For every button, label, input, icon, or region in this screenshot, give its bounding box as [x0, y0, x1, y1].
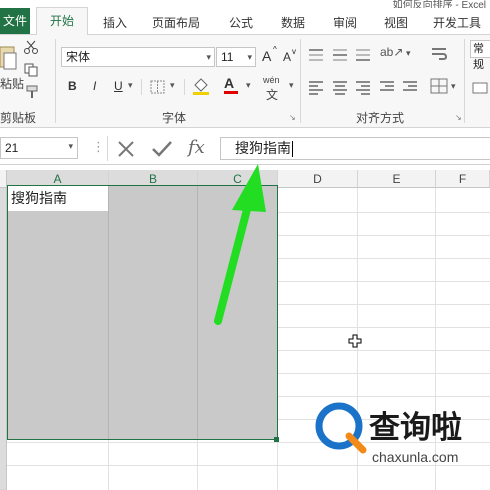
insert-function-button[interactable]: fx [188, 137, 205, 158]
tab-view[interactable]: 视图 [384, 14, 408, 31]
font-group-label: 字体 [162, 111, 187, 125]
copy-icon[interactable] [24, 63, 40, 80]
ribbon-tabs: 文件 开始 插入 页面布局 公式 数据 审阅 视图 开发工具 [0, 7, 490, 35]
tab-formulas[interactable]: 公式 [229, 14, 253, 31]
chevron-down-icon: ▾ [68, 141, 73, 151]
tab-review[interactable]: 审阅 [333, 14, 357, 31]
format-painter-icon[interactable] [25, 85, 39, 102]
font-size-value: 11 [221, 50, 234, 64]
ribbon: 粘贴 剪贴板 宋体 ▾ 11 ▾ A ^ A v B I U ▾ ▾ A ▾ w… [0, 35, 490, 128]
divider [141, 79, 142, 95]
cut-icon[interactable] [24, 40, 38, 57]
tab-home[interactable]: 开始 [36, 7, 88, 35]
chevron-down-icon: ▾ [247, 52, 252, 62]
cancel-icon[interactable] [116, 139, 136, 162]
borders-icon[interactable] [150, 80, 166, 97]
chevron-down-icon: ▾ [451, 81, 456, 91]
text-cursor [292, 141, 293, 158]
column-header-e[interactable]: E [358, 170, 436, 188]
align-top-icon[interactable] [309, 49, 323, 61]
grow-font-button[interactable]: A [262, 48, 271, 64]
fill-handle[interactable] [274, 437, 279, 442]
chevron-down-icon: ▾ [206, 52, 211, 62]
chevron-down-icon: ▾ [170, 80, 175, 90]
name-box[interactable]: 21 ▾ [0, 137, 78, 159]
cell-select-cursor-icon [348, 334, 362, 351]
column-header-f[interactable]: F [436, 170, 490, 188]
gridline [108, 186, 109, 439]
align-center-icon[interactable] [333, 81, 347, 95]
name-box-value: 21 [5, 141, 19, 155]
chevron-down-icon: ▾ [289, 80, 294, 90]
italic-button[interactable]: I [93, 79, 96, 93]
font-size-dropdown[interactable]: 11 ▾ [216, 47, 256, 67]
clipboard-group-label: 剪贴板 [0, 111, 37, 125]
divider [107, 136, 108, 161]
fill-color-icon[interactable] [192, 77, 210, 98]
orientation-icon[interactable]: ab↗ [380, 45, 403, 59]
group-separator [55, 39, 56, 123]
align-middle-icon[interactable] [333, 49, 347, 61]
number-format-dropdown[interactable]: 常规 [470, 40, 490, 71]
select-all-corner[interactable] [0, 170, 7, 188]
underline-button[interactable]: U [114, 79, 123, 93]
group-separator [464, 39, 465, 123]
row-headers[interactable] [0, 188, 7, 490]
divider [184, 79, 185, 95]
active-cell-a1[interactable]: 搜狗指南 [8, 186, 108, 211]
phonetic-glyph: 文 [266, 88, 279, 102]
tab-developer[interactable]: 开发工具 [433, 14, 481, 31]
watermark-logo [315, 402, 367, 457]
tab-file[interactable]: 文件 [0, 8, 30, 34]
watermark-url: chaxunla.com [372, 449, 459, 465]
formula-input[interactable]: 搜狗指南 [220, 137, 490, 160]
paste-label: 粘贴 [0, 77, 25, 91]
align-bottom-icon[interactable] [356, 49, 370, 61]
dialog-launcher-icon[interactable]: ↘ [289, 113, 296, 122]
caret-down-icon: v [292, 47, 296, 56]
chevron-down-icon: ▾ [128, 80, 133, 90]
group-separator [300, 39, 301, 123]
wrap-text-icon[interactable] [431, 47, 448, 64]
font-color-glyph: A [224, 75, 235, 91]
gridline [197, 186, 198, 439]
phonetic-button[interactable]: wén [263, 75, 280, 85]
magnifier-logo-icon [315, 402, 367, 454]
number-format-value: 常规 [473, 43, 484, 71]
alignment-group-label: 对齐方式 [356, 111, 405, 125]
font-name-dropdown[interactable]: 宋体 ▾ [61, 47, 215, 67]
caret-up-icon: ^ [273, 45, 277, 54]
font-color-button[interactable]: A [224, 75, 238, 94]
font-color-swatch [224, 91, 238, 94]
formula-content: 搜狗指南 [235, 140, 291, 156]
align-left-icon[interactable] [309, 81, 323, 95]
dialog-launcher-icon[interactable]: ↘ [455, 113, 462, 122]
tab-page-layout[interactable]: 页面布局 [152, 14, 200, 31]
chevron-down-icon: ▾ [246, 80, 251, 90]
chevron-down-icon: ▾ [406, 48, 411, 58]
decrease-indent-icon[interactable] [380, 81, 394, 91]
increase-indent-icon[interactable] [403, 81, 417, 91]
shrink-font-button[interactable]: A [283, 50, 291, 64]
align-right-icon[interactable] [356, 81, 370, 95]
more-options-icon[interactable]: ⋮ [92, 140, 105, 153]
annotation-arrow-icon [214, 164, 266, 325]
gridline [7, 465, 490, 466]
currency-icon[interactable] [472, 81, 488, 98]
watermark-brand: 查询啦 [369, 410, 462, 445]
tab-data[interactable]: 数据 [281, 14, 305, 31]
bold-button[interactable]: B [68, 79, 77, 93]
font-name-value: 宋体 [66, 50, 91, 64]
enter-icon[interactable] [151, 139, 173, 162]
tab-insert[interactable]: 插入 [103, 14, 127, 31]
column-header-d[interactable]: D [278, 170, 358, 188]
merge-center-icon[interactable] [430, 78, 448, 97]
